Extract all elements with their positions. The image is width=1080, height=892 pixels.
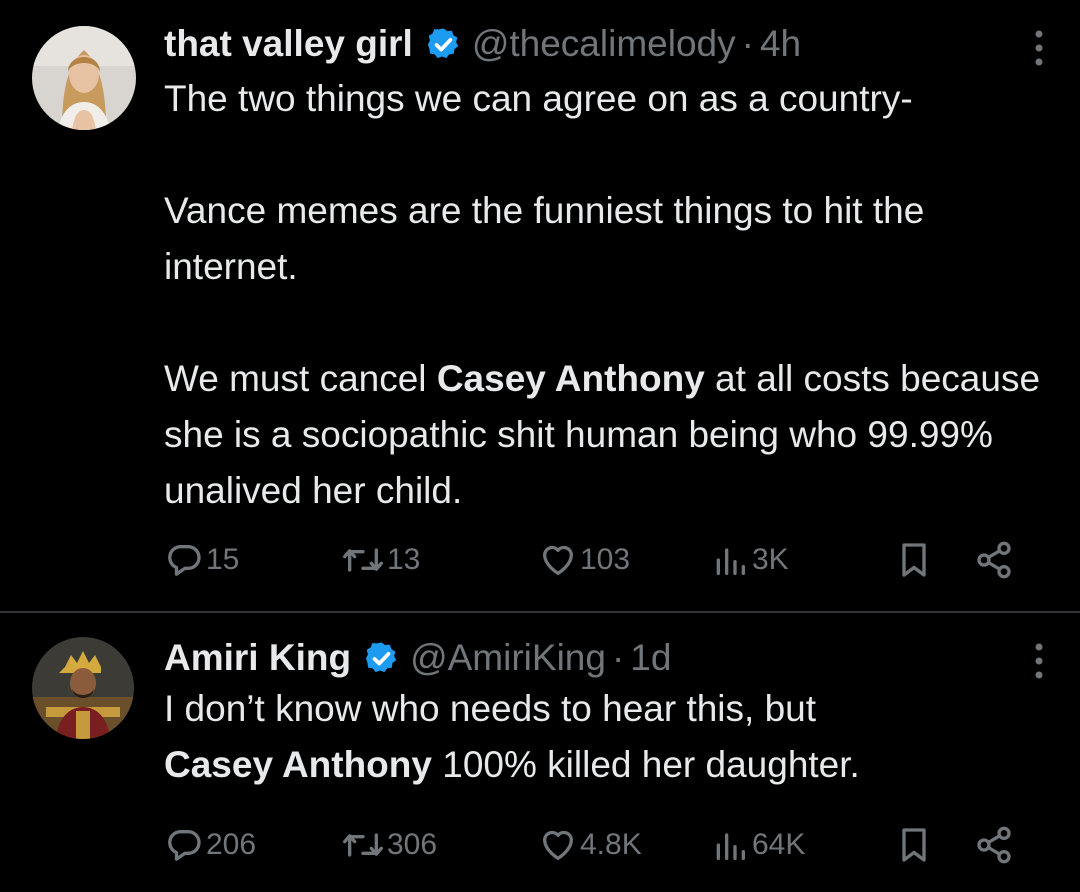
tweet-paragraph: We must cancel Casey Anthony at all cost… xyxy=(164,358,1041,511)
like-button[interactable]: 103 xyxy=(538,536,630,584)
display-name[interactable]: Amiri King xyxy=(164,633,351,683)
separator-dot: · xyxy=(611,637,625,678)
more-icon[interactable] xyxy=(1034,28,1044,68)
like-icon xyxy=(543,545,573,575)
more-icon[interactable] xyxy=(1034,641,1044,681)
like-icon xyxy=(543,830,573,860)
views-count: 3K xyxy=(752,543,789,576)
views-button[interactable]: 3K xyxy=(710,536,789,584)
repost-count: 306 xyxy=(387,828,438,861)
display-name[interactable]: that valley girl xyxy=(164,19,413,69)
repost-button[interactable]: 13 xyxy=(341,536,420,584)
reply-icon xyxy=(168,545,201,576)
timestamp[interactable]: 4h xyxy=(760,19,801,69)
handle[interactable]: @AmiriKing xyxy=(410,633,606,683)
bold-name: Casey Anthony xyxy=(164,744,432,785)
views-icon xyxy=(716,833,745,860)
share-button[interactable] xyxy=(974,536,1014,584)
repost-count: 13 xyxy=(387,543,421,576)
avatar[interactable] xyxy=(32,26,136,130)
share-icon xyxy=(977,541,1011,579)
bold-name: Casey Anthony xyxy=(436,358,705,399)
like-count: 103 xyxy=(580,543,631,576)
repost-button[interactable]: 306 xyxy=(341,821,437,869)
tweet-line: Casey Anthony 100% killed her daughter. xyxy=(164,744,860,785)
like-count: 4.8K xyxy=(580,828,642,861)
bookmark-icon xyxy=(902,543,926,577)
views-count: 64K xyxy=(752,828,806,861)
views-button[interactable]: 64K xyxy=(710,821,805,869)
views-icon xyxy=(716,548,745,575)
tweet-header: that valley girl @thecalimelody · 4h xyxy=(164,19,801,69)
handle[interactable]: @thecalimelody xyxy=(472,19,736,69)
reply-icon xyxy=(168,830,201,861)
tweet-line: I don’t know who needs to hear this, but xyxy=(164,688,817,729)
tweet-paragraph: Vance memes are the funniest things to h… xyxy=(164,190,925,287)
tweet[interactable]: Amiri King @AmiriKing · 1d I don’t know … xyxy=(0,613,1080,892)
repost-icon xyxy=(342,833,383,857)
tweet-actions: 15 13 103 3K xyxy=(164,536,1044,584)
separator-dot: · xyxy=(741,23,754,64)
bookmark-button[interactable] xyxy=(894,536,934,584)
repost-icon xyxy=(342,548,383,572)
verified-badge-icon xyxy=(363,640,400,677)
reply-button[interactable]: 15 xyxy=(164,536,239,584)
reply-count: 15 xyxy=(206,543,240,576)
share-icon xyxy=(977,826,1011,864)
reply-button[interactable]: 206 xyxy=(164,821,256,869)
tweet-line: The two things we can agree on as a coun… xyxy=(164,78,913,119)
like-button[interactable]: 4.8K xyxy=(538,821,642,869)
tweet[interactable]: that valley girl @thecalimelody · 4h The… xyxy=(0,0,1080,612)
share-button[interactable] xyxy=(974,821,1014,869)
verified-badge-icon xyxy=(425,26,462,63)
timestamp[interactable]: 1d xyxy=(630,633,671,683)
tweet-text: I don’t know who needs to hear this, but… xyxy=(164,681,1044,793)
tweet-header: Amiri King @AmiriKing · 1d xyxy=(164,633,671,683)
tweet-actions: 206 306 4.8K 64K xyxy=(164,821,1044,869)
bookmark-button[interactable] xyxy=(894,821,934,869)
avatar[interactable] xyxy=(32,637,134,739)
bookmark-icon xyxy=(902,828,926,862)
tweet-text: The two things we can agree on as a coun… xyxy=(164,71,1044,519)
reply-count: 206 xyxy=(206,828,257,861)
